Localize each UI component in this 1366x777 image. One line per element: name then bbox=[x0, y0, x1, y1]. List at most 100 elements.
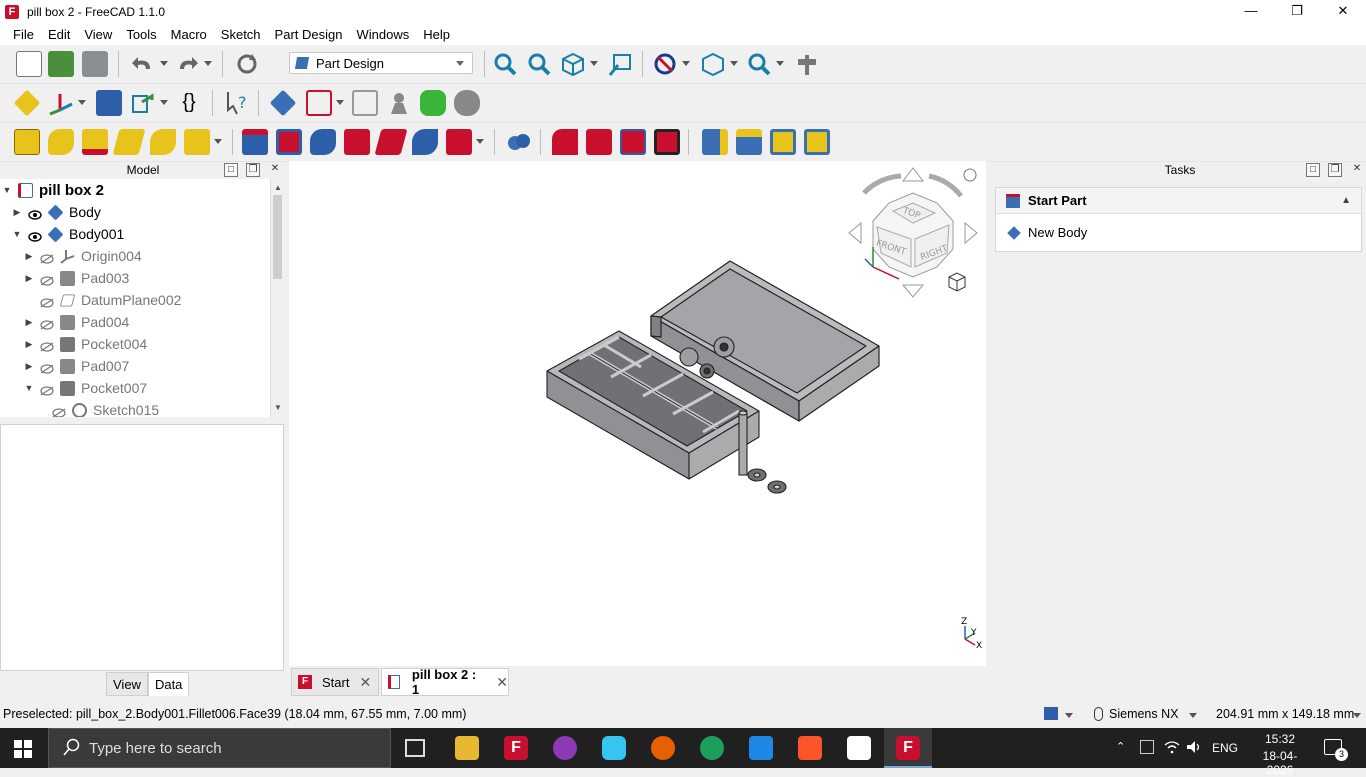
language-indicator[interactable]: ENG bbox=[1212, 741, 1238, 755]
coordinate-system-icon[interactable] bbox=[48, 90, 74, 116]
edge-icon[interactable] bbox=[700, 736, 724, 760]
clone-icon[interactable] bbox=[386, 90, 412, 116]
hidden-eye-icon[interactable] bbox=[40, 383, 54, 396]
menu-help[interactable]: Help bbox=[423, 27, 450, 42]
restore-button[interactable]: ❐ bbox=[1274, 0, 1320, 23]
sub-shape-binder-icon[interactable] bbox=[454, 90, 480, 116]
boolean-icon[interactable] bbox=[506, 129, 532, 155]
groove-icon[interactable] bbox=[310, 129, 336, 155]
create-part-icon[interactable] bbox=[13, 89, 41, 117]
close-button[interactable]: ✕ bbox=[1320, 0, 1366, 23]
menu-windows[interactable]: Windows bbox=[356, 27, 409, 42]
panel-undock-icon[interactable]: ❐ bbox=[246, 163, 260, 177]
hidden-eye-icon[interactable] bbox=[52, 405, 66, 417]
linear-pattern-icon[interactable] bbox=[736, 129, 762, 155]
tree-item-body[interactable]: ▶ Body bbox=[10, 201, 101, 223]
fit-selection-icon[interactable] bbox=[526, 51, 552, 77]
menu-tools[interactable]: Tools bbox=[126, 27, 156, 42]
windows-start-icon[interactable] bbox=[14, 740, 32, 761]
multi-transform-icon[interactable] bbox=[804, 129, 830, 155]
freecad-app-icon[interactable]: F bbox=[504, 736, 528, 760]
task-view-icon[interactable] bbox=[405, 739, 425, 757]
navigation-cube[interactable]: TOP FRONT RIGHT bbox=[848, 167, 978, 298]
menu-part-design[interactable]: Part Design bbox=[275, 27, 343, 42]
new-body-button[interactable]: New Body bbox=[996, 214, 1361, 251]
shape-binder-icon[interactable] bbox=[420, 90, 446, 116]
collapse-icon[interactable]: ▲ bbox=[1341, 195, 1351, 206]
panel-close-icon[interactable]: ✕ bbox=[268, 163, 282, 177]
draw-style-status-icon[interactable] bbox=[1044, 707, 1058, 720]
clock[interactable]: 15:32 18-04-2026 bbox=[1250, 732, 1310, 777]
hidden-eye-icon[interactable] bbox=[40, 361, 54, 374]
tree-item-pad004[interactable]: ▶ Pad004 bbox=[22, 311, 130, 333]
scrollbar-thumb[interactable] bbox=[273, 195, 282, 279]
tree-item-document[interactable]: ▼ pill box 2 bbox=[0, 179, 104, 201]
tree-scrollbar[interactable]: ▲ ▼ bbox=[270, 179, 284, 417]
variable-set-icon[interactable]: {} bbox=[176, 90, 202, 116]
create-group-icon[interactable] bbox=[96, 90, 122, 116]
navigation-style[interactable]: Siemens NX bbox=[1109, 707, 1178, 721]
tree-item-datumplane002[interactable]: DatumPlane002 bbox=[22, 289, 181, 311]
validate-sketch-icon[interactable] bbox=[352, 90, 378, 116]
tree-item-pocket007[interactable]: ▼ Pocket007 bbox=[22, 377, 148, 399]
chamfer-icon[interactable] bbox=[586, 129, 612, 155]
mirrored-icon[interactable] bbox=[702, 129, 728, 155]
hidden-eye-icon[interactable] bbox=[40, 251, 54, 264]
hidden-eye-icon[interactable] bbox=[40, 317, 54, 330]
hole-icon[interactable] bbox=[276, 129, 302, 155]
undo-icon[interactable] bbox=[130, 51, 156, 77]
thickness-icon[interactable] bbox=[654, 129, 680, 155]
draw-style-icon[interactable] bbox=[652, 51, 678, 77]
model-render[interactable]: TOP FRONT RIGHT Z Y X bbox=[289, 161, 986, 666]
standard-views-icon[interactable] bbox=[700, 51, 726, 77]
3d-viewport[interactable]: TOP FRONT RIGHT Z Y X bbox=[289, 161, 986, 666]
zoom-icon[interactable] bbox=[746, 51, 772, 77]
hidden-eye-icon[interactable] bbox=[40, 295, 54, 308]
draft-icon[interactable] bbox=[620, 129, 646, 155]
tab-pill-box-2[interactable]: pill box 2 : 1 ✕ bbox=[381, 667, 509, 697]
volume-icon[interactable] bbox=[1186, 740, 1202, 757]
tree-item-origin004[interactable]: ▶ Origin004 bbox=[22, 245, 142, 267]
polar-pattern-icon[interactable] bbox=[770, 129, 796, 155]
panel-float-icon[interactable]: □ bbox=[1306, 163, 1320, 177]
tree-item-pad007[interactable]: ▶ Pad007 bbox=[22, 355, 130, 377]
subtractive-pipe-icon[interactable] bbox=[374, 129, 408, 155]
measure-icon[interactable] bbox=[794, 51, 820, 77]
hidden-eye-icon[interactable] bbox=[40, 339, 54, 352]
minimize-button[interactable]: — bbox=[1228, 0, 1274, 23]
menu-macro[interactable]: Macro bbox=[171, 27, 207, 42]
additive-helix-icon[interactable] bbox=[150, 129, 176, 155]
additive-pipe-icon[interactable] bbox=[112, 129, 146, 155]
tab-data[interactable]: Data bbox=[147, 672, 190, 696]
close-tab-icon[interactable]: ✕ bbox=[496, 674, 508, 691]
save-document-icon[interactable] bbox=[82, 51, 108, 77]
freecad-active-taskbar-item[interactable]: F bbox=[884, 728, 932, 768]
link-actions-icon[interactable] bbox=[130, 90, 156, 116]
pad-icon[interactable] bbox=[14, 129, 40, 155]
panel-float-icon[interactable]: □ bbox=[224, 163, 238, 177]
taskbar-search[interactable]: Type here to search bbox=[48, 728, 391, 768]
new-sketch-icon[interactable] bbox=[306, 90, 332, 116]
pocket-icon[interactable] bbox=[242, 129, 268, 155]
show-hidden-icons[interactable]: ⌃ bbox=[1116, 740, 1125, 753]
body-icon[interactable] bbox=[269, 89, 297, 117]
new-document-icon[interactable] bbox=[16, 51, 42, 77]
menu-sketch[interactable]: Sketch bbox=[221, 27, 261, 42]
subtractive-helix-icon[interactable] bbox=[412, 129, 438, 155]
vscode-icon[interactable] bbox=[749, 736, 773, 760]
github-desktop-icon[interactable] bbox=[553, 736, 577, 760]
menu-edit[interactable]: Edit bbox=[48, 27, 70, 42]
subtractive-primitive-icon[interactable] bbox=[446, 129, 472, 155]
additive-primitive-icon[interactable] bbox=[184, 129, 210, 155]
file-explorer-icon[interactable] bbox=[455, 736, 479, 760]
fillet-icon[interactable] bbox=[552, 129, 578, 155]
panel-undock-icon[interactable]: ❐ bbox=[1328, 163, 1342, 177]
whats-this-icon[interactable]: ? bbox=[224, 90, 250, 116]
menu-file[interactable]: File bbox=[13, 27, 34, 42]
refresh-icon[interactable] bbox=[234, 51, 260, 77]
revolution-icon[interactable] bbox=[48, 129, 74, 155]
brave-icon[interactable] bbox=[798, 736, 822, 760]
notes-app-icon[interactable] bbox=[847, 736, 871, 760]
redo-icon[interactable] bbox=[174, 51, 200, 77]
slack-icon[interactable] bbox=[602, 736, 626, 760]
